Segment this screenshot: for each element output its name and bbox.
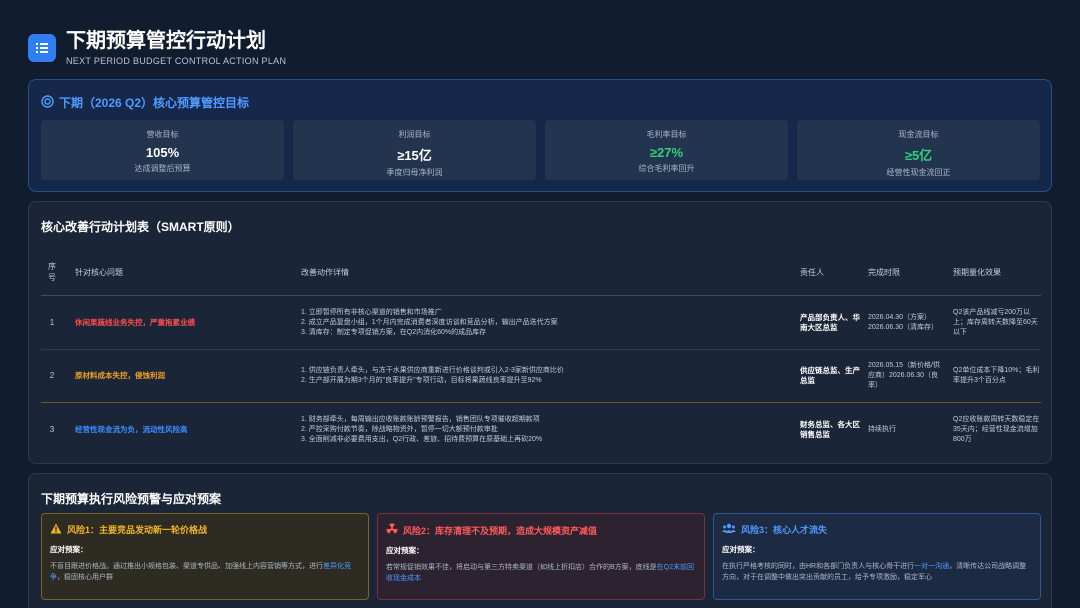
- row-owner: 财务总监、各大区销售总监: [800, 419, 860, 439]
- row-number: 3: [49, 424, 55, 434]
- goal-label: 利润目标: [398, 130, 431, 139]
- warning-icon: [50, 523, 62, 536]
- risks-panel: 下期预算执行风险预警与应对预案 风险1：主要竞品发动新一轮价格战 应对预案： 不…: [28, 473, 1052, 608]
- row-deadline: 2026.05.15（新价格/供应商）2026.06.30（良率）: [867, 349, 947, 403]
- risk-heading: 风险2：库存清理不及预期，造成大规模资产减值: [386, 523, 696, 537]
- goal-card-gross-margin: 毛利率目标 ≥27% 综合毛利率回升: [545, 120, 788, 180]
- column-header: 针对核心问题: [63, 249, 291, 296]
- row-deadline: 持续执行: [868, 425, 896, 433]
- row-actions: 1. 立即暂停所有非核心渠道的销售和市场推广 2. 成立产品复盘小组，1个月内完…: [291, 295, 799, 350]
- action-line: 1. 立即暂停所有非核心渠道的销售和市场推广: [301, 308, 442, 316]
- row-owner: 供应链总监、生产总监: [799, 349, 867, 403]
- column-header: 完成时限: [867, 249, 947, 296]
- goals-title: 下期（2026 Q2）核心预算管控目标: [41, 94, 249, 111]
- hazard-icon: [386, 523, 398, 537]
- column-header: 预期量化效果: [947, 249, 1041, 296]
- goal-value: ≥15亿: [397, 148, 432, 163]
- risk-card-price-war: 风险1：主要竞品发动新一轮价格战 应对预案： 不盲目跟进价格战。通过推出小规格包…: [41, 513, 369, 600]
- users-icon: [722, 523, 736, 536]
- row-number: 1: [41, 295, 63, 350]
- target-icon: [41, 94, 54, 111]
- row-effect: Q2单位成本下降10%；毛利率提升3个百分点: [947, 349, 1041, 403]
- row-number: 2: [41, 349, 63, 403]
- goals-panel: 下期（2026 Q2）核心预算管控目标 营收目标 105% 达成调整后预算 利润…: [28, 79, 1052, 192]
- goals-title-text: 下期（2026 Q2）核心预算管控目标: [59, 96, 250, 110]
- page-header: 下期预算管控行动计划 NEXT PERIOD BUDGET CONTROL AC…: [28, 28, 286, 66]
- table-row: 1 休闲果蔬线业务失控，严重拖累业绩 1. 立即暂停所有非核心渠道的销售和市场推…: [41, 295, 1041, 350]
- goal-value: ≥5亿: [904, 148, 933, 163]
- table-row: 2 原材料成本失控，侵蚀利润 1. 供应链负责人牵头，与冻干水果供应商重新进行价…: [41, 349, 1041, 403]
- response-text: 若常规促销效果不佳，将启动与第三方特卖渠道（如线上折扣店）合作的B方案，底线是在…: [386, 564, 695, 582]
- action-line: 3. 全面削减非必要费用支出，Q2行政、差旅、招待费预算在原基础上再砍20%: [301, 435, 543, 443]
- action-line: 2. 严控采购付款节奏，除战略物资外，暂停一切大额预付款审批: [301, 425, 498, 433]
- goal-card-revenue: 营收目标 105% 达成调整后预算: [41, 120, 284, 180]
- goal-note: 季度归母净利润: [386, 168, 443, 177]
- list-icon: [28, 34, 56, 62]
- row-deadline: 2026.04.30（方案）2026.06.30（清库存）: [867, 295, 947, 350]
- goal-value: 105%: [145, 145, 180, 160]
- row-issue: 经营性现金流为负，流动性风险高: [75, 424, 188, 434]
- risk-title: 风险2：库存清理不及预期，造成大规模资产减值: [403, 525, 598, 536]
- table-header-row: 序号 针对核心问题 改善动作详情 责任人 完成时限 预期量化效果: [41, 249, 1041, 296]
- response-text: 在执行严格考核的同时，由HR和各部门负责人与核心骨干进行一对一沟通，清晰传达公司…: [722, 563, 1027, 581]
- action-line: 2. 成立产品复盘小组，1个月内完成消费者深度访谈和竞品分析，输出产品迭代方案: [301, 318, 558, 326]
- response-text: 不盲目跟进价格战。通过推出小规格包装、渠道专供品、加强线上内容营销等方式，进行差…: [50, 563, 351, 581]
- action-plan-table: 序号 针对核心问题 改善动作详情 责任人 完成时限 预期量化效果 1 休闲果蔬线…: [41, 249, 1041, 456]
- goal-card-profit: 利润目标 ≥15亿 季度归母净利润: [293, 120, 536, 180]
- action-plan-title: 核心改善行动计划表（SMART原则）: [41, 220, 240, 234]
- column-header: 序号: [41, 249, 63, 296]
- goal-label: 营收目标: [146, 130, 179, 139]
- risks-title: 下期预算执行风险预警与应对预案: [41, 492, 222, 506]
- goal-note: 综合毛利率回升: [638, 164, 695, 173]
- goal-label: 现金流目标: [898, 130, 939, 139]
- page-subtitle: NEXT PERIOD BUDGET CONTROL ACTION PLAN: [66, 56, 287, 66]
- column-header: 改善动作详情: [291, 249, 799, 296]
- response-label: 应对预案：: [722, 545, 760, 554]
- row-issue: 休闲果蔬线业务失控，严重拖累业绩: [63, 295, 291, 350]
- risk-card-talent: 风险3：核心人才流失 应对预案： 在执行严格考核的同时，由HR和各部门负责人与核…: [713, 513, 1041, 600]
- action-line: 2. 生产部开展为期3个月的"良率提升"专项行动，目标将果蔬线良率提升至92%: [301, 377, 542, 384]
- goal-card-cashflow: 现金流目标 ≥5亿 经营性现金流回正: [797, 120, 1040, 180]
- row-effect: Q2该产品线减亏200万以上；库存周转天数降至60天以下: [947, 295, 1041, 350]
- action-line: 1. 财务部牵头，每周输出应收账款账龄预警报告，销售团队专项催收超期款项: [301, 415, 540, 423]
- goal-note: 经营性现金流回正: [886, 168, 951, 177]
- row-actions: 1. 财务部牵头，每周输出应收账款账龄预警报告，销售团队专项催收超期款项 2. …: [291, 403, 799, 457]
- row-owner: 产品部负责人、华南大区总监: [799, 295, 867, 350]
- risk-heading: 风险3：核心人才流失: [722, 523, 1032, 536]
- column-header: 责任人: [799, 249, 867, 296]
- goal-note: 达成调整后预算: [134, 164, 191, 173]
- row-actions: 1. 供应链负责人牵头，与冻干水果供应商重新进行价格谈判或引入2-3家新供应商比…: [291, 349, 799, 403]
- risk-title: 风险1：主要竞品发动新一轮价格战: [67, 525, 208, 535]
- table-row: 3 经营性现金流为负，流动性风险高 1. 财务部牵头，每周输出应收账款账龄预警报…: [41, 403, 1041, 457]
- risk-card-inventory: 风险2：库存清理不及预期，造成大规模资产减值 应对预案： 若常规促销效果不佳，将…: [377, 513, 705, 600]
- goal-label: 毛利率目标: [646, 130, 687, 139]
- risk-heading: 风险1：主要竞品发动新一轮价格战: [50, 523, 360, 536]
- action-plan-panel: 核心改善行动计划表（SMART原则） 序号 针对核心问题 改善动作详情 责任人 …: [28, 201, 1052, 464]
- response-highlight: 一对一沟通: [914, 563, 950, 570]
- row-effect: Q2应收账款周转天数稳定在35天内；经营性现金流增加800万: [953, 415, 1040, 443]
- goal-value: ≥27%: [649, 145, 684, 160]
- action-line: 3. 清库存：制定专项促销方案，在Q2内消化60%的成品库存: [301, 328, 487, 336]
- response-label: 应对预案：: [386, 546, 424, 555]
- action-line: 1. 供应链负责人牵头，与冻干水果供应商重新进行价格谈判或引入2-3家新供应商比…: [301, 367, 564, 374]
- response-label: 应对预案：: [50, 545, 88, 554]
- page-title: 下期预算管控行动计划: [66, 30, 266, 52]
- risk-title: 风险3：核心人才流失: [741, 525, 828, 535]
- row-issue: 原材料成本失控，侵蚀利润: [63, 349, 291, 403]
